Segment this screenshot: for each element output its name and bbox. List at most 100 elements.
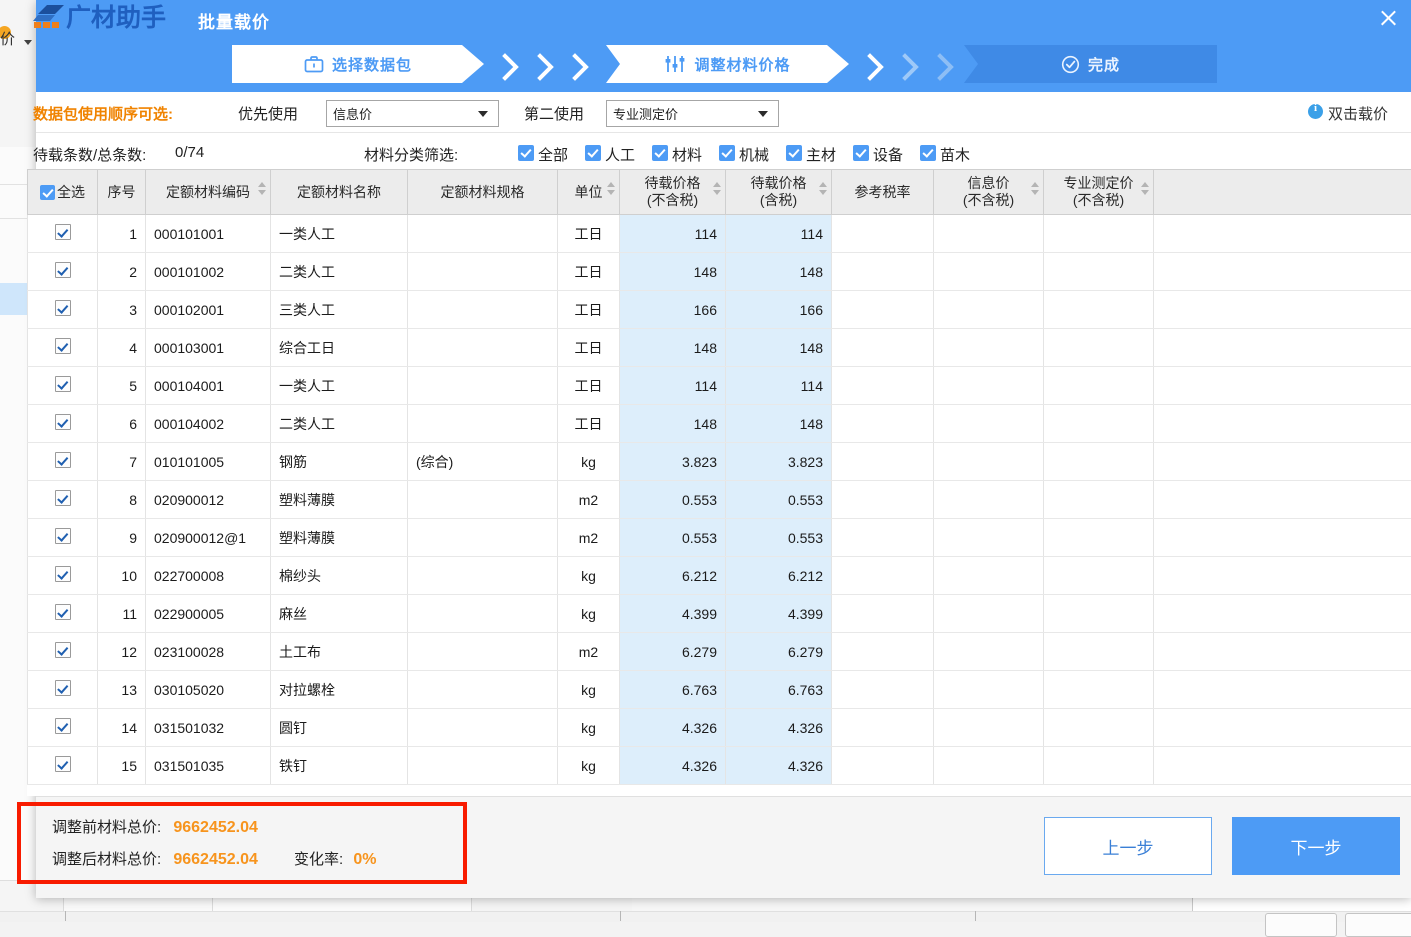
cell-price-ex-tax: 4.399 [620,595,726,633]
cell-tax-rate [832,709,934,747]
row-checkbox[interactable] [55,452,71,468]
materials-table-container[interactable]: 全选 序号 定额材料编码 定额材料名称 定额材料规格 单位 [27,169,1411,796]
next-step-button[interactable]: 下一步 [1232,817,1400,875]
package-order-row: 数据包使用顺序可选: 优先使用 信息价 第二使用 专业测定价 双击载价 [36,92,1411,133]
background-button[interactable] [1265,913,1337,937]
table-row[interactable]: 11022900005麻丝kg4.3994.399 [28,595,1411,633]
row-checkbox[interactable] [55,642,71,658]
secondary-package-select[interactable]: 专业测定价 [606,100,779,127]
cell-price-ex-tax: 114 [620,367,726,405]
row-checkbox[interactable] [55,604,71,620]
background-button[interactable] [1345,913,1411,937]
sort-icon[interactable] [1141,182,1150,198]
table-row[interactable]: 5000104001一类人工工日114114 [28,367,1411,405]
row-checkbox[interactable] [55,376,71,392]
row-checkbox[interactable] [55,414,71,430]
cell-price-ex-tax: 6.763 [620,671,726,709]
step-finish[interactable]: 完成 [964,45,1217,83]
table-row[interactable]: 14031501032圆钉kg4.3264.326 [28,709,1411,747]
primary-package-select[interactable]: 信息价 [326,100,499,127]
cell-name: 钢筋 [271,443,408,481]
background-toolbar-label: 价 [0,28,15,49]
cell-unit: kg [558,595,620,633]
table-header-row: 全选 序号 定额材料编码 定额材料名称 定额材料规格 单位 [28,170,1411,215]
checkbox-category-main[interactable] [786,145,802,161]
checkbox-category-plants[interactable] [920,145,936,161]
cell-code: 022700008 [146,557,271,595]
table-row[interactable]: 1000101001一类人工工日114114 [28,215,1411,253]
cell-professional-price [1044,671,1154,709]
step-adjust-price[interactable]: 调整材料价格 [606,45,849,83]
cell-code: 031501035 [146,747,271,785]
table-row[interactable]: 12023100028土工布m26.2796.279 [28,633,1411,671]
cell-tax-rate [832,215,934,253]
table-row[interactable]: 8020900012塑料薄膜m20.5530.553 [28,481,1411,519]
package-order-label: 数据包使用顺序可选: [33,103,173,124]
row-checkbox[interactable] [55,718,71,734]
cell-professional-price [1044,747,1154,785]
close-icon[interactable] [1373,3,1403,33]
column-professional-price[interactable]: 专业测定价 (不含税) [1044,170,1154,215]
column-unit[interactable]: 单位 [558,170,620,215]
sort-icon[interactable] [819,182,828,198]
row-checkbox[interactable] [55,224,71,240]
column-code[interactable]: 定额材料编码 [146,170,271,215]
table-row[interactable]: 10022700008棉纱头kg6.2126.212 [28,557,1411,595]
cell-filler [1154,481,1411,519]
row-checkbox[interactable] [55,300,71,316]
cell-code: 023100028 [146,633,271,671]
cell-price-ex-tax: 3.823 [620,443,726,481]
cell-index: 15 [98,747,146,785]
sort-icon[interactable] [258,182,267,198]
checkbox-category-labor[interactable] [585,145,601,161]
cell-price-in-tax: 148 [726,253,832,291]
table-row[interactable]: 7010101005钢筋(综合)kg3.8233.823 [28,443,1411,481]
sort-icon[interactable] [713,182,722,198]
column-name: 定额材料名称 [271,170,408,215]
cell-code: 031501032 [146,709,271,747]
row-checkbox[interactable] [55,262,71,278]
ruler-tick [620,911,621,921]
row-checkbox[interactable] [55,756,71,772]
cell-info-price [934,253,1044,291]
checkbox-category-all[interactable] [518,145,534,161]
table-row[interactable]: 15031501035铁钉kg4.3264.326 [28,747,1411,785]
cell-tax-rate [832,481,934,519]
change-rate-label: 变化率: [294,851,343,868]
cell-price-in-tax: 6.279 [726,633,832,671]
cell-filler [1154,443,1411,481]
cell-tax-rate [832,405,934,443]
column-info-price[interactable]: 信息价 (不含税) [934,170,1044,215]
cell-spec [408,633,558,671]
checkbox-category-material[interactable] [652,145,668,161]
ruler-tick [65,911,66,921]
column-filler [1154,170,1411,215]
cell-spec [408,747,558,785]
cell-professional-price [1044,481,1154,519]
table-row[interactable]: 13030105020对拉螺栓kg6.7636.763 [28,671,1411,709]
row-checkbox[interactable] [55,490,71,506]
row-checkbox[interactable] [55,566,71,582]
select-all-checkbox[interactable] [40,185,55,200]
table-row[interactable]: 2000101002二类人工工日148148 [28,253,1411,291]
checkbox-category-equipment[interactable] [853,145,869,161]
background-bottom-ruler [0,911,1411,922]
table-row[interactable]: 9020900012@1塑料薄膜m20.5530.553 [28,519,1411,557]
sort-icon[interactable] [1031,182,1040,198]
column-select-all[interactable]: 全选 [28,170,98,215]
column-price-ex-tax[interactable]: 待载价格 (不含税) [620,170,726,215]
prev-step-button[interactable]: 上一步 [1044,817,1212,875]
column-price-in-tax[interactable]: 待载价格 (含税) [726,170,832,215]
cell-tax-rate [832,519,934,557]
sort-icon[interactable] [607,182,616,198]
step-select-package[interactable]: 选择数据包 [232,45,484,83]
row-checkbox[interactable] [55,338,71,354]
row-checkbox[interactable] [55,528,71,544]
category-plants-label: 苗木 [940,144,970,165]
cell-price-ex-tax: 166 [620,291,726,329]
row-checkbox[interactable] [55,680,71,696]
checkbox-category-machine[interactable] [719,145,735,161]
table-row[interactable]: 6000104002二类人工工日148148 [28,405,1411,443]
table-row[interactable]: 4000103001综合工日工日148148 [28,329,1411,367]
table-row[interactable]: 3000102001三类人工工日166166 [28,291,1411,329]
